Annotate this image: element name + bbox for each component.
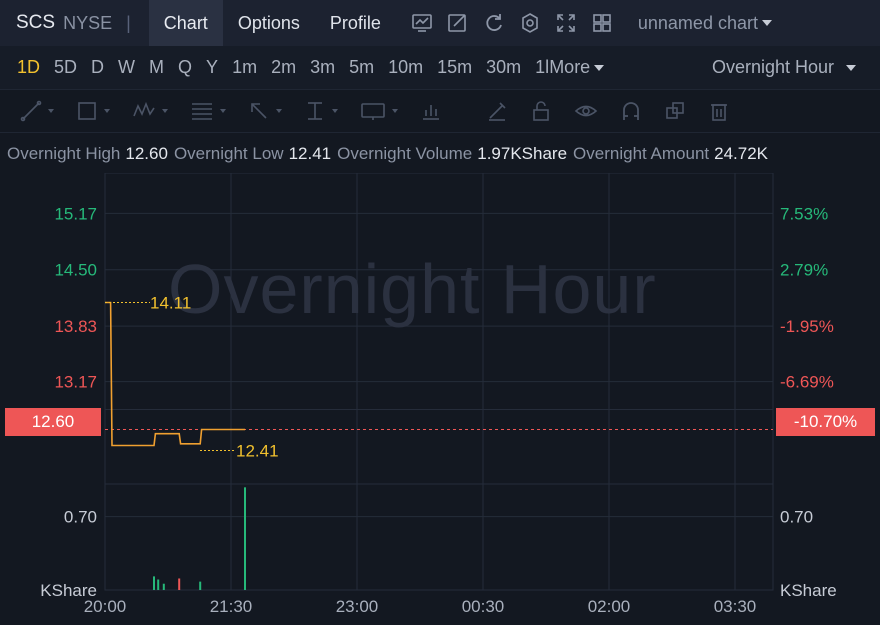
pattern-icon[interactable] (132, 100, 168, 122)
time-axis-label: 00:30 (462, 597, 505, 616)
volume-bar (178, 578, 181, 590)
rectangle-icon[interactable] (76, 100, 110, 122)
volume-axis-label: 0.70 (64, 508, 97, 527)
trendline-icon[interactable] (20, 100, 54, 122)
symbol-ticker[interactable]: SCS (16, 12, 55, 34)
volume-bar (199, 581, 202, 590)
interval-1h-truncated[interactable]: 1l (528, 57, 549, 78)
price-axis-label: 13.17 (54, 373, 97, 392)
interval-d[interactable]: D (84, 57, 111, 78)
interval-1m[interactable]: 1m (225, 57, 264, 78)
watermark: Overnight Hour (168, 250, 657, 328)
interval-30m[interactable]: 30m (479, 57, 528, 78)
percent-axis-label: 7.53% (780, 204, 828, 223)
tab-chart[interactable]: Chart (148, 0, 223, 46)
chart-toolbar (404, 0, 620, 46)
chevron-down-icon (761, 20, 772, 26)
percent-axis-label: -1.95% (780, 317, 834, 336)
volume-label: Overnight Volume (337, 144, 473, 163)
volume-bar (162, 583, 165, 590)
chart-grid (104, 173, 774, 591)
last-percent-tag: -10.70% (776, 408, 875, 436)
indicator-icon[interactable] (404, 0, 440, 46)
interval-m[interactable]: M (142, 57, 171, 78)
top-bar: SCS NYSE | Chart Options Profile unnamed… (0, 0, 880, 46)
arrow-icon[interactable] (248, 100, 282, 122)
interval-q[interactable]: Q (171, 57, 199, 78)
price-axis-label: 13.83 (54, 317, 97, 336)
magnet-icon[interactable] (620, 100, 642, 122)
volume-bar (153, 576, 155, 590)
separator: | (126, 12, 131, 33)
chart-name-dropdown[interactable]: unnamed chart (638, 13, 772, 34)
percent-axis-label: 2.79% (780, 261, 828, 280)
exchange-label: NYSE (63, 12, 113, 33)
pencil-icon[interactable] (486, 100, 508, 122)
interval-w[interactable]: W (111, 57, 142, 78)
volume-unit-label: KShare (780, 581, 837, 600)
interval-3m[interactable]: 3m (303, 57, 342, 78)
interval-10m[interactable]: 10m (381, 57, 430, 78)
long-short-icon[interactable] (420, 100, 442, 122)
interval-1d[interactable]: 1D (10, 57, 47, 78)
low-marker-label: 12.41 (236, 442, 279, 461)
view-tabs: Chart Options Profile (148, 0, 396, 46)
high-marker-label: 14.11 (150, 294, 191, 313)
price-chart[interactable]: Overnight Hour 14.11 12.41 15.17 14.50 13.8… (0, 173, 880, 625)
copy-icon[interactable] (664, 100, 686, 122)
volume-bars (153, 487, 246, 590)
time-axis-label: 23:00 (336, 597, 379, 616)
measure-icon[interactable] (304, 100, 338, 122)
volume-axis-label: 0.70 (780, 508, 813, 527)
session-dropdown[interactable]: Overnight Hour (712, 57, 856, 78)
drawing-toolbar (0, 89, 880, 133)
lock-icon[interactable] (530, 100, 552, 122)
volume-value: 1.97KShare (477, 144, 568, 163)
time-axis: 20:00 21:30 23:00 00:30 02:00 03:30 (84, 597, 757, 616)
fullscreen-icon[interactable] (548, 0, 584, 46)
interval-y[interactable]: Y (199, 57, 225, 78)
high-value: 12.60 (125, 144, 168, 163)
percent-axis-right: 7.53% 2.79% -1.95% -6.69% 0.70 KShare (780, 204, 837, 600)
more-intervals-dropdown[interactable]: More (549, 57, 605, 78)
draw-icon[interactable] (440, 0, 476, 46)
low-label: Overnight Low (173, 144, 284, 163)
settings-icon[interactable] (512, 0, 548, 46)
time-axis-label: 02:00 (588, 597, 631, 616)
last-price-tag: 12.60 (5, 408, 101, 436)
percent-axis-label: -6.69% (780, 373, 834, 392)
session-stats: Overnight High 12.60 Overnight Low 12.41… (0, 135, 880, 173)
trash-icon[interactable] (708, 100, 730, 122)
session-label: Overnight Hour (711, 57, 834, 77)
time-axis-label: 03:30 (714, 597, 757, 616)
interval-5m[interactable]: 5m (342, 57, 381, 78)
price-axis-left: 15.1714.5013.8313.170.70KShare (40, 204, 97, 600)
layout-grid-icon[interactable] (584, 0, 620, 46)
refresh-icon[interactable] (476, 0, 512, 46)
chevron-down-icon (594, 64, 605, 71)
volume-bar (157, 579, 160, 590)
low-value: 12.41 (288, 144, 332, 163)
price-axis-label: 14.50 (54, 261, 97, 280)
tab-profile[interactable]: Profile (315, 0, 396, 46)
fib-icon[interactable] (190, 100, 226, 122)
chart-name-label: unnamed chart (637, 12, 758, 33)
eye-icon[interactable] (574, 100, 598, 122)
text-icon[interactable] (360, 100, 398, 122)
price-axis-label: 15.17 (54, 204, 97, 223)
volume-bar (244, 487, 246, 590)
more-label: More (549, 57, 591, 77)
interval-15m[interactable]: 15m (430, 57, 479, 78)
high-label: Overnight High (7, 144, 121, 163)
interval-2m[interactable]: 2m (264, 57, 303, 78)
interval-5d[interactable]: 5D (47, 57, 84, 78)
tab-options[interactable]: Options (223, 0, 315, 46)
time-axis-label: 20:00 (84, 597, 127, 616)
amount-value: 24.72K (714, 144, 769, 163)
chevron-down-icon (846, 64, 856, 71)
time-axis-label: 21:30 (210, 597, 253, 616)
amount-label: Overnight Amount (573, 144, 710, 163)
